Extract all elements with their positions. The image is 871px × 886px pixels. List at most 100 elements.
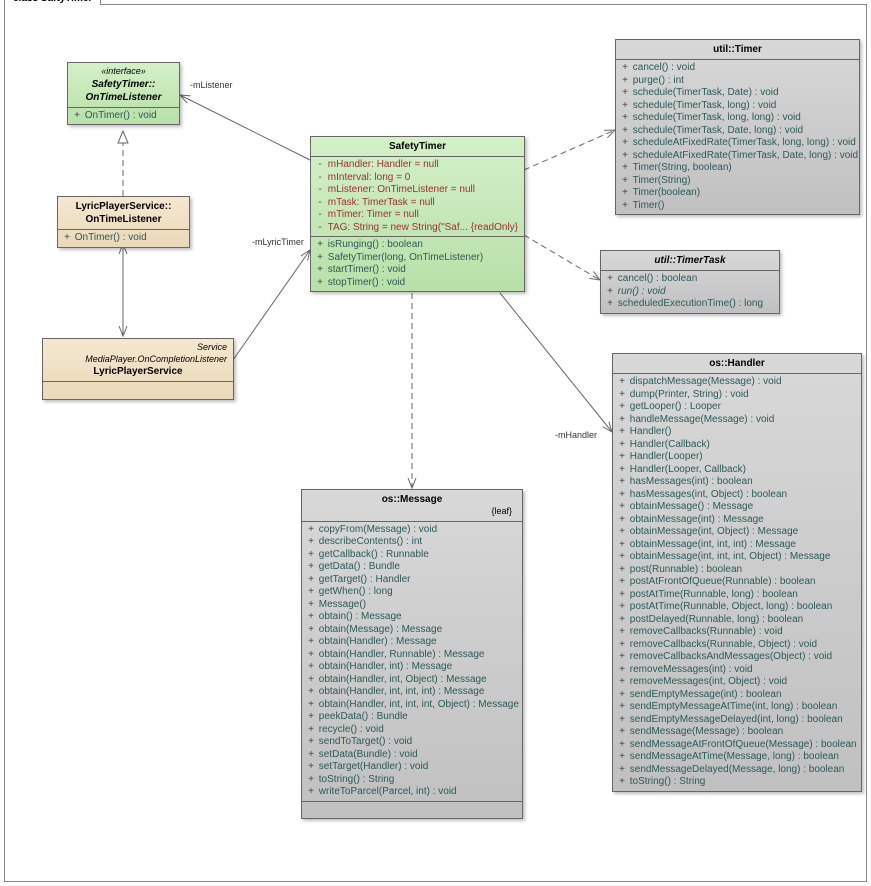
member: + obtain(Handler, int) : Message [306,661,518,674]
member: + Handler(Looper, Callback) [617,464,857,477]
member: + OnTimer() : void [62,232,185,245]
member: + run() : void [605,286,775,299]
member: + startTimer() : void [315,264,520,277]
member: + peekData() : Bundle [306,711,518,724]
member: + cancel() : void [620,62,855,75]
member: + hasMessages(int) : boolean [617,476,857,489]
class-os-handler[interactable]: os::Handler+ dispatchMessage(Message) : … [612,353,862,792]
member: + removeCallbacksAndMessages(Object) : v… [617,651,857,664]
diagram-title: class SaftyTimer [4,0,101,5]
member: + Timer() [620,200,855,213]
operations: + cancel() : boolean+ run() : void+ sche… [601,271,779,313]
member: + removeCallbacks(Runnable, Object) : vo… [617,639,857,652]
member: + toString() : String [306,774,518,787]
member: + sendEmptyMessageDelayed(int, long) : b… [617,714,857,727]
member: + obtainMessage(int, Object) : Message [617,526,857,539]
member: + obtain() : Message [306,611,518,624]
member: + Handler(Looper) [617,451,857,464]
member: + obtain(Handler, int, int, int, Object)… [306,699,518,712]
member: + stopTimer() : void [315,277,520,290]
member: + Handler() [617,426,857,439]
member: + cancel() : boolean [605,273,775,286]
class-header: util::TimerTask [601,251,779,271]
class-ontimelistener[interactable]: «interface»SafetyTimer::OnTimeListener+ … [67,62,180,125]
member: + postAtFrontOfQueue(Runnable) : boolean [617,576,857,589]
member: - mInterval: long = 0 [315,172,520,185]
class-header: LyricPlayerService::OnTimeListener [58,197,189,230]
member: + copyFrom(Message) : void [306,524,518,537]
member: - mHandler: Handler = null [315,159,520,172]
member: + obtain(Handler, Runnable) : Message [306,649,518,662]
member: + sendMessageDelayed(Message, long) : bo… [617,764,857,777]
label-mlyrictimer: -mLyricTimer [252,237,304,247]
empty-section [43,382,233,399]
member: + obtain(Message) : Message [306,624,518,637]
member: + Handler(Callback) [617,439,857,452]
member: - mListener: OnTimeListener = null [315,184,520,197]
member: - TAG: String = new String("Saf... {read… [315,222,520,235]
leaf-tag: {leaf} [308,506,516,518]
class-lyric-ontimelistener[interactable]: LyricPlayerService::OnTimeListener+ OnTi… [57,196,190,248]
member: + sendMessageAtTime(Message, long) : boo… [617,751,857,764]
member: + postDelayed(Runnable, long) : boolean [617,614,857,627]
operations: + OnTimer() : void [58,230,189,247]
class-header: os::Message{leaf} [302,490,522,522]
member: + obtain(Handler, int, Object) : Message [306,674,518,687]
member: + obtainMessage(int, int, int, Object) :… [617,551,857,564]
member: + handleMessage(Message) : void [617,414,857,427]
member: + postAtTime(Runnable, long) : boolean [617,589,857,602]
member: + schedule(TimerTask, long) : void [620,100,855,113]
member: + Timer(String, boolean) [620,162,855,175]
member: + sendToTarget() : void [306,736,518,749]
member: + purge() : int [620,75,855,88]
member: + schedule(TimerTask, Date, long) : void [620,125,855,138]
member: + scheduledExecutionTime() : long [605,298,775,311]
member: + scheduleAtFixedRate(TimerTask, Date, l… [620,150,855,163]
class-os-message[interactable]: os::Message{leaf}+ copyFrom(Message) : v… [301,489,523,819]
member: + schedule(TimerTask, Date) : void [620,87,855,100]
operations: + OnTimer() : void [68,108,179,125]
member: + dispatchMessage(Message) : void [617,376,857,389]
empty-section [302,802,522,819]
member: + obtainMessage(int) : Message [617,514,857,527]
class-header: ServiceMediaPlayer.OnCompletionListenerL… [43,339,233,382]
class-lyricplayerservice[interactable]: ServiceMediaPlayer.OnCompletionListenerL… [42,338,234,400]
member: + sendMessage(Message) : boolean [617,726,857,739]
member: + toString() : String [617,776,857,789]
member: + getTarget() : Handler [306,574,518,587]
member: + getLooper() : Looper [617,401,857,414]
class-util-timertask[interactable]: util::TimerTask+ cancel() : boolean+ run… [600,250,780,314]
class-header: «interface»SafetyTimer::OnTimeListener [68,63,179,108]
member: + OnTimer() : void [72,110,175,123]
member: + postAtTime(Runnable, Object, long) : b… [617,601,857,614]
label-mlistener: -mListener [190,80,233,90]
member: + dump(Printer, String) : void [617,389,857,402]
member: + obtain(Handler, int, int, int) : Messa… [306,686,518,699]
member: + obtain(Handler) : Message [306,636,518,649]
member: + Timer(String) [620,175,855,188]
member: + obtainMessage() : Message [617,501,857,514]
label-mhandler: -mHandler [555,430,597,440]
operations: + cancel() : void+ purge() : int+ schedu… [616,60,859,214]
member: + post(Runnable) : boolean [617,564,857,577]
class-safetytimer[interactable]: SafetyTimer- mHandler: Handler = null- m… [310,136,525,292]
member: + removeMessages(int, Object) : void [617,676,857,689]
member: + isRunging() : boolean [315,239,520,252]
member: + describeContents() : int [306,536,518,549]
member: + schedule(TimerTask, long, long) : void [620,112,855,125]
operations: + copyFrom(Message) : void+ describeCont… [302,522,522,802]
member: - mTask: TimerTask = null [315,197,520,210]
class-header: os::Handler [613,354,861,374]
member: + hasMessages(int, Object) : boolean [617,489,857,502]
member: + recycle() : void [306,724,518,737]
member: + SafetyTimer(long, OnTimeListener) [315,252,520,265]
member: - mTimer: Timer = null [315,209,520,222]
member: + sendMessageAtFrontOfQueue(Message) : b… [617,739,857,752]
member: + removeMessages(int) : void [617,664,857,677]
class-util-timer[interactable]: util::Timer+ cancel() : void+ purge() : … [615,39,860,215]
member: + scheduleAtFixedRate(TimerTask, long, l… [620,137,855,150]
member: + writeToParcel(Parcel, int) : void [306,786,518,799]
attributes: - mHandler: Handler = null- mInterval: l… [311,157,524,237]
operations: + isRunging() : boolean+ SafetyTimer(lon… [311,237,524,291]
member: + Message() [306,599,518,612]
